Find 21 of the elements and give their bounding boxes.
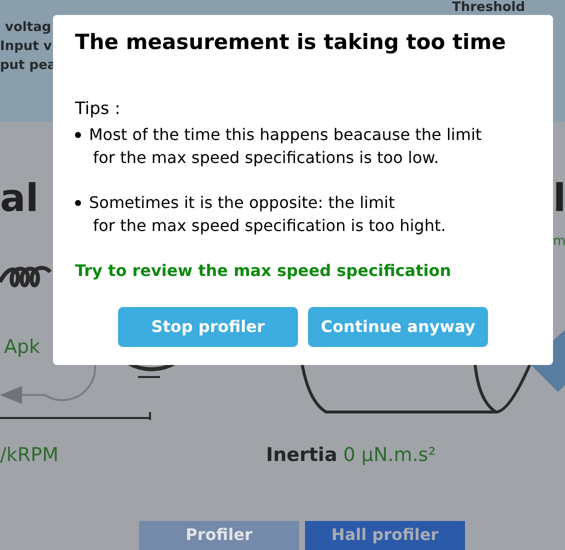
tips-label: Tips :: [75, 98, 122, 120]
header-label: voltag: [5, 19, 52, 37]
bullet-icon: [75, 132, 81, 138]
inertia-label: Inertia: [266, 443, 338, 468]
bullet-icon: [75, 200, 81, 206]
header-label: Threshold: [452, 0, 526, 17]
dialog-title: The measurement is taking too time: [75, 29, 507, 56]
unit-label: m: [553, 233, 565, 251]
header-label: Input v: [0, 38, 52, 56]
tab[interactable]: Profiler: [139, 521, 299, 550]
advice-text: Try to review the max speed specification: [75, 260, 452, 282]
tab[interactable]: Hall profiler: [305, 521, 465, 550]
dialog-button[interactable]: Stop profiler: [118, 307, 298, 347]
unit-label: Apk: [4, 335, 40, 360]
tip-text: Most of the time this happens beacause the limit for the max speed specifications is too low.: [89, 124, 482, 169]
tip-text: Sometimes it is the opposite: the limit for the max speed specification is too hight.: [89, 192, 446, 237]
unit-label: /kRPM: [0, 443, 58, 468]
page-heading: al: [0, 175, 39, 222]
dialog-button[interactable]: Continue anyway: [308, 307, 488, 347]
inertia-value: 0 µN.m.s²: [343, 443, 436, 468]
page-heading: l: [553, 175, 565, 222]
